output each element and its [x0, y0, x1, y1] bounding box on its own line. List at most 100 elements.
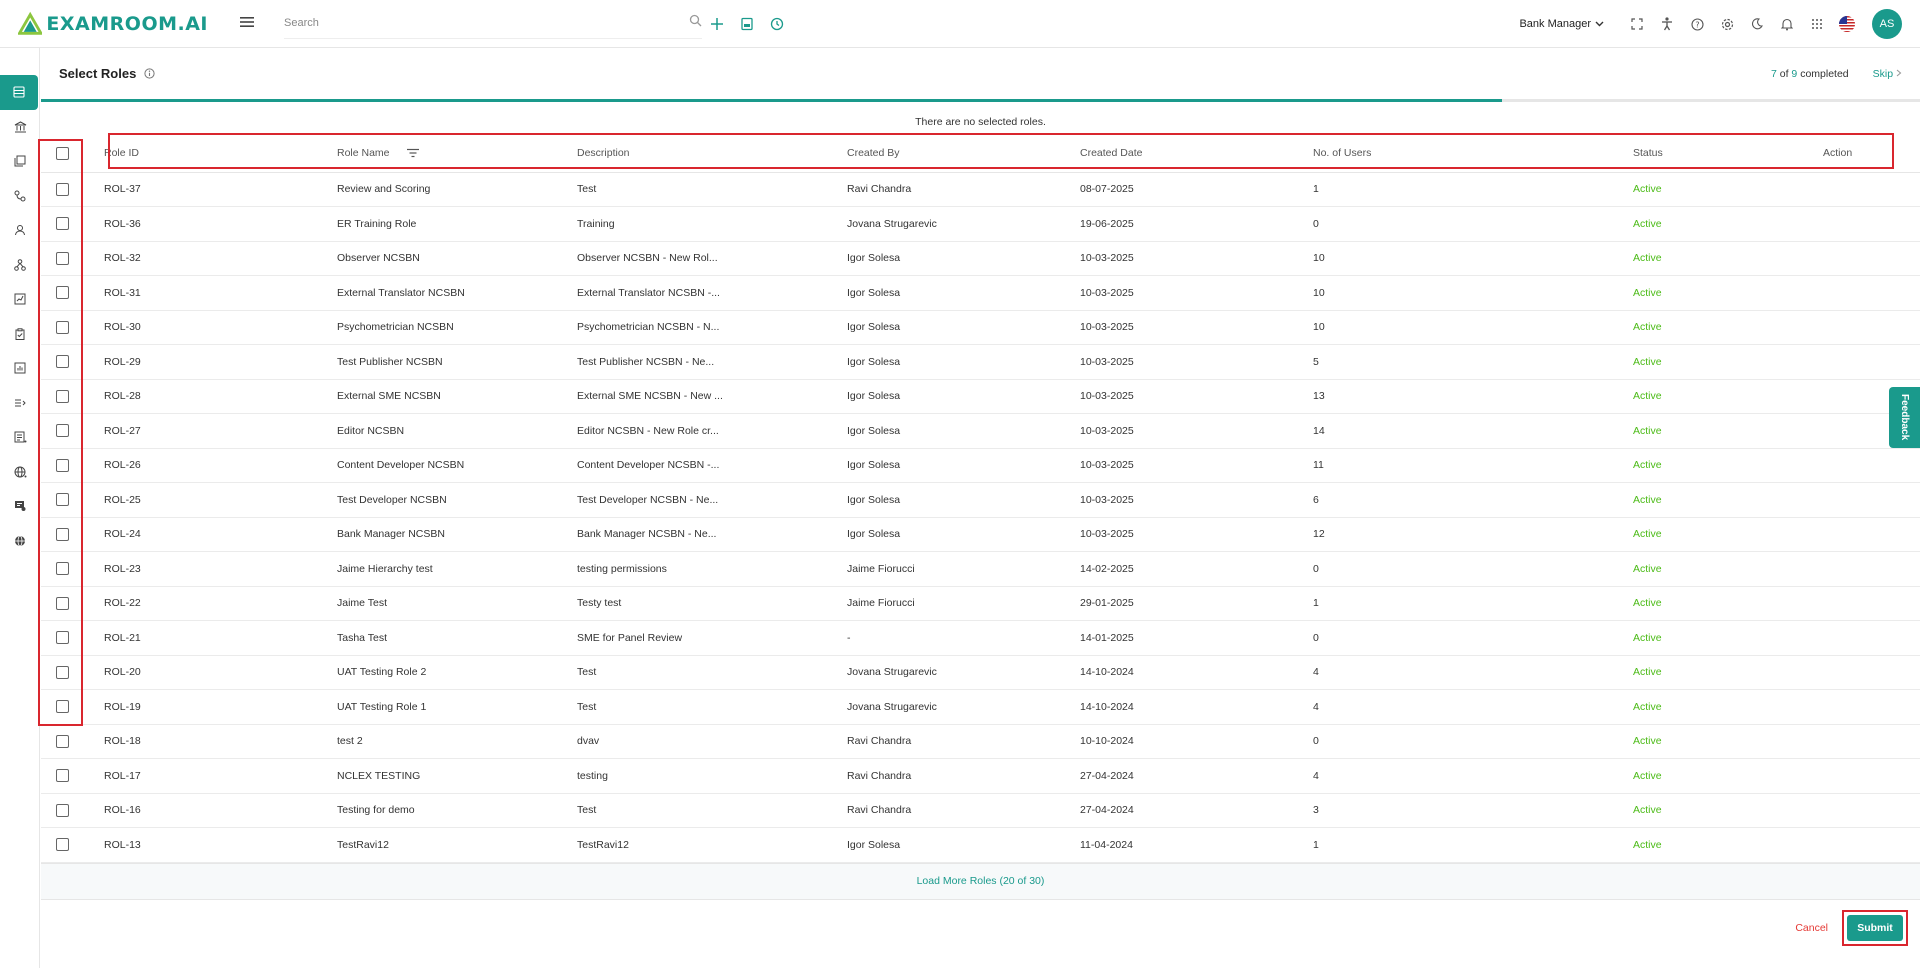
- sidebar-item-roles[interactable]: [0, 75, 38, 110]
- sidebar-item-hierarchy[interactable]: [0, 248, 40, 283]
- row-checkbox[interactable]: [56, 389, 69, 403]
- cancel-button[interactable]: Cancel: [1795, 922, 1828, 934]
- header-status[interactable]: Status: [1633, 135, 1823, 173]
- row-checkbox[interactable]: [56, 769, 69, 783]
- table-row[interactable]: ROL-36 ER Training Role Training Jovana Str…: [41, 206, 1920, 242]
- row-checkbox[interactable]: [56, 665, 69, 679]
- sidebar-item-users[interactable]: [0, 213, 40, 248]
- table-row[interactable]: ROL-24 Bank Manager NCSBN Bank Manager NCS…: [41, 517, 1920, 552]
- table-row[interactable]: ROL-23 Jaime Hierarchy test testing permis…: [41, 551, 1920, 587]
- table-row[interactable]: ROL-19 UAT Testing Role 1 Test Jovana Strug…: [41, 689, 1920, 725]
- table-row[interactable]: ROL-20 UAT Testing Role 2 Test Jovana Strug…: [41, 655, 1920, 690]
- feedback-tab[interactable]: Feedback: [1889, 387, 1920, 448]
- avatar[interactable]: AS: [1872, 9, 1902, 39]
- row-checkbox[interactable]: [56, 631, 69, 645]
- skip-button[interactable]: Skip: [1873, 68, 1902, 80]
- row-checkbox[interactable]: [56, 286, 69, 300]
- row-checkbox[interactable]: [56, 527, 69, 541]
- header-description[interactable]: Description: [577, 135, 847, 173]
- table-row[interactable]: ROL-32 Observer NCSBN Observer NCSBN - New…: [41, 241, 1920, 276]
- row-checkbox[interactable]: [56, 251, 69, 265]
- row-checkbox[interactable]: [56, 734, 69, 748]
- accessibility-icon[interactable]: [1652, 9, 1682, 39]
- sidebar-item-question-bank[interactable]: [0, 144, 40, 179]
- table-row[interactable]: ROL-17 NCLEX TESTING testing Ravi Chandra 27…: [41, 758, 1920, 794]
- search-icon[interactable]: [689, 14, 702, 32]
- row-checkbox[interactable]: [56, 838, 69, 852]
- table-row[interactable]: ROL-37 Review and Scoring Test Ravi Chandra…: [41, 172, 1920, 207]
- select-all-checkbox[interactable]: [56, 146, 69, 160]
- submit-button[interactable]: Submit: [1847, 915, 1903, 941]
- sidebar-item-queue[interactable]: [0, 386, 40, 421]
- status-cell: Active: [1633, 620, 1823, 656]
- history-icon[interactable]: [762, 9, 792, 39]
- search-input[interactable]: [284, 17, 689, 29]
- save-icon[interactable]: [732, 9, 762, 39]
- row-checkbox[interactable]: [56, 562, 69, 576]
- sidebar-item-workflow[interactable]: [0, 179, 40, 214]
- info-icon[interactable]: [144, 68, 155, 79]
- table-row[interactable]: ROL-13 TestRavi12 TestRavi12 Igor Solesa 11-…: [41, 827, 1920, 863]
- created-by-cell: Jovana Strugarevic: [847, 689, 1080, 725]
- menu-icon[interactable]: [240, 15, 260, 33]
- description-cell: Test Publisher NCSBN - Ne...: [577, 344, 847, 380]
- description-cell: Test: [577, 689, 847, 725]
- header-role-id[interactable]: Role ID: [104, 135, 337, 173]
- table-row[interactable]: ROL-30 Psychometrician NCSBN Psychometrici…: [41, 310, 1920, 345]
- table-row[interactable]: ROL-31 External Translator NCSBN External …: [41, 275, 1920, 311]
- table-row[interactable]: ROL-27 Editor NCSBN Editor NCSBN - New Rol…: [41, 413, 1920, 449]
- row-checkbox[interactable]: [56, 596, 69, 610]
- created-date-cell: 27-04-2024: [1080, 758, 1313, 794]
- help-icon[interactable]: ?: [1682, 9, 1712, 39]
- logo[interactable]: EXAMROOM.AI: [18, 9, 208, 39]
- user-icon: [15, 225, 25, 236]
- sidebar-item-global[interactable]: [0, 455, 40, 490]
- table-row[interactable]: ROL-29 Test Publisher NCSBN Test Publisher…: [41, 344, 1920, 380]
- table-row[interactable]: ROL-18 test 2 dvav Ravi Chandra 10-10-2024 0 A…: [41, 724, 1920, 759]
- sidebar-item-language[interactable]: [0, 524, 40, 559]
- header-role-name[interactable]: Role Name: [337, 135, 577, 173]
- dark-mode-icon[interactable]: [1742, 9, 1772, 39]
- created-by-cell: Ravi Chandra: [847, 793, 1080, 828]
- notification-bell-icon[interactable]: [1772, 9, 1802, 39]
- role-name-cell: UAT Testing Role 1: [337, 689, 577, 725]
- fullscreen-icon[interactable]: [1622, 9, 1652, 39]
- sidebar-item-tasks[interactable]: [0, 317, 40, 352]
- header-created-by[interactable]: Created By: [847, 135, 1080, 173]
- row-checkbox[interactable]: [56, 458, 69, 472]
- row-checkbox[interactable]: [56, 700, 69, 714]
- sidebar-item-bank[interactable]: [0, 110, 40, 145]
- examroom-logo-icon: [18, 11, 43, 35]
- table-row[interactable]: ROL-26 Content Developer NCSBN Content Dev…: [41, 448, 1920, 483]
- row-checkbox[interactable]: [56, 217, 69, 231]
- table-row[interactable]: ROL-28 External SME NCSBN External SME NCS…: [41, 379, 1920, 414]
- sidebar-item-reports[interactable]: [0, 351, 40, 386]
- description-cell: External SME NCSBN - New ...: [577, 379, 847, 414]
- us-flag-icon[interactable]: [1832, 9, 1862, 39]
- row-checkbox[interactable]: [56, 424, 69, 438]
- filter-icon[interactable]: [406, 148, 420, 158]
- table-row[interactable]: ROL-25 Test Developer NCSBN Test Developer…: [41, 482, 1920, 518]
- row-checkbox[interactable]: [56, 320, 69, 334]
- row-checkbox[interactable]: [56, 182, 69, 196]
- sidebar-item-certificates[interactable]: [0, 489, 40, 524]
- spacer-cell: [1823, 586, 1920, 621]
- form-footer: Cancel Submit: [1795, 910, 1908, 946]
- table-row[interactable]: ROL-22 Jaime Test Testy test Jaime Fiorucci…: [41, 586, 1920, 621]
- sidebar-item-analytics[interactable]: [0, 282, 40, 317]
- row-checkbox[interactable]: [56, 493, 69, 507]
- users-count-cell: 1: [1313, 827, 1633, 863]
- add-icon[interactable]: [702, 9, 732, 39]
- sidebar-item-documents[interactable]: [0, 420, 40, 455]
- row-checkbox[interactable]: [56, 355, 69, 369]
- settings-icon[interactable]: [1712, 9, 1742, 39]
- header-created-date[interactable]: Created Date: [1080, 135, 1313, 173]
- clipboard-check-icon: [15, 328, 25, 340]
- row-checkbox[interactable]: [56, 803, 69, 817]
- header-no-of-users[interactable]: No. of Users: [1313, 135, 1633, 173]
- load-more-button[interactable]: Load More Roles (20 of 30): [41, 862, 1920, 900]
- role-selector[interactable]: Bank Manager: [1519, 18, 1604, 30]
- apps-grid-icon[interactable]: [1802, 9, 1832, 39]
- table-row[interactable]: ROL-21 Tasha Test SME for Panel Review -14-…: [41, 620, 1920, 656]
- table-row[interactable]: ROL-16 Testing for demo Test Ravi Chandra 27…: [41, 793, 1920, 828]
